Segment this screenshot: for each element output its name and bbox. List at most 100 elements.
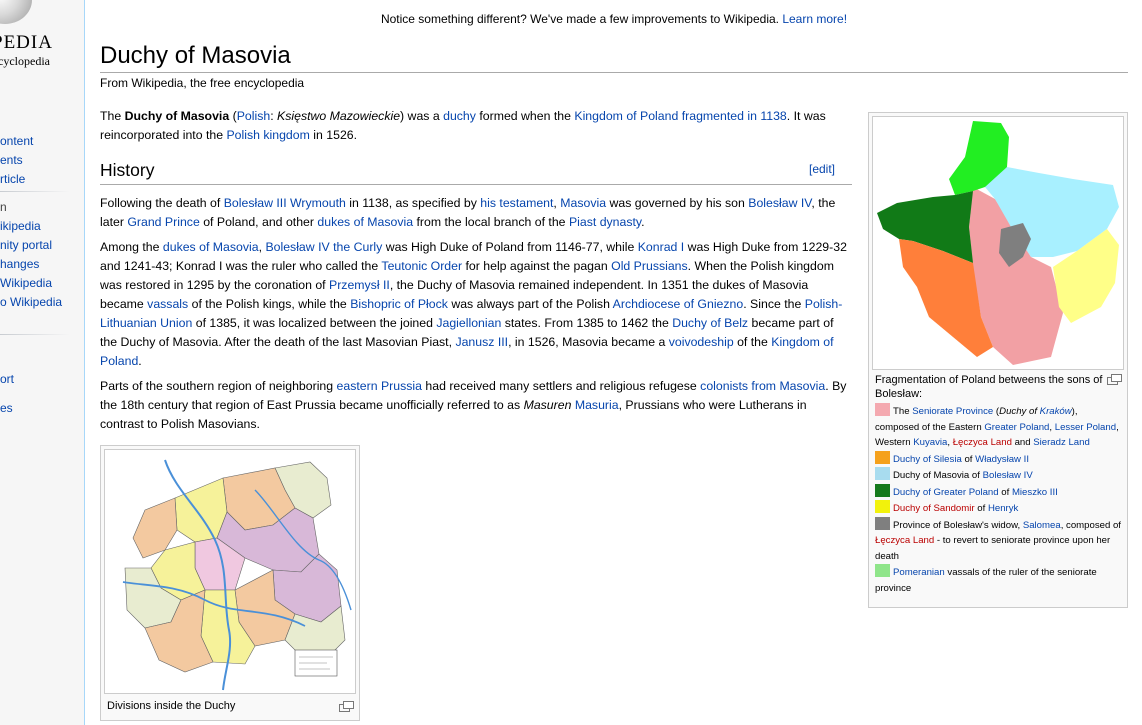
fragmentation-map-image[interactable] bbox=[872, 116, 1124, 370]
link-duchy[interactable]: duchy bbox=[443, 109, 476, 123]
legend-swatch bbox=[875, 450, 890, 464]
link-boleslaw-iv[interactable]: Bolesław IV bbox=[748, 196, 811, 210]
legend-swatch bbox=[875, 564, 890, 577]
legend-link[interactable]: Henryk bbox=[988, 503, 1018, 514]
link-kingdom-of-poland[interactable]: Kingdom of Poland bbox=[574, 109, 678, 123]
nav-group-languages: es bbox=[0, 399, 13, 418]
link-przemysl-ii[interactable]: Przemysł II bbox=[329, 278, 390, 292]
legend-link[interactable]: Duchy of Silesia bbox=[893, 454, 962, 465]
nav-link-about-wikipedia[interactable]: ikipedia bbox=[0, 217, 62, 236]
link-boleslaw-iv-the-curly[interactable]: Bolesław IV the Curly bbox=[265, 240, 382, 254]
link-old-prussians[interactable]: Old Prussians bbox=[611, 259, 688, 273]
thumbnail-fragmentation: Fragmentation of Poland betweens the son… bbox=[868, 112, 1128, 608]
thumbnail-divisions: Divisions inside the Duchy bbox=[100, 445, 360, 721]
legend-swatch bbox=[875, 516, 890, 530]
link-fragmented-in-1138[interactable]: fragmented in 1138 bbox=[682, 109, 787, 123]
sidebar: PEDIA ncyclopedia ontent ents rticle n i… bbox=[0, 0, 84, 725]
link-teutonic-order[interactable]: Teutonic Order bbox=[381, 259, 462, 273]
legend-link[interactable]: Greater Poland bbox=[984, 422, 1049, 433]
link-boleslaw-iii[interactable]: Bolesław III Wrymouth bbox=[224, 196, 346, 210]
legend-link[interactable]: Kraków bbox=[1040, 406, 1072, 417]
legend-item: Duchy of Greater Poland of Mieszko III bbox=[875, 483, 1121, 501]
legend-text: Duchy of Masovia of bbox=[893, 470, 983, 481]
legend-text: Province of Bolesław's widow, bbox=[893, 519, 1023, 531]
nav-link-community-portal[interactable]: nity portal bbox=[0, 236, 62, 255]
nav-link-donate-to-wikipedia[interactable]: o Wikipedia bbox=[0, 293, 62, 312]
map-legend: The Seniorate Province (Duchy of Kraków)… bbox=[875, 403, 1121, 596]
link-polish-kingdom[interactable]: Polish kingdom bbox=[226, 128, 309, 142]
link-jagiellonian[interactable]: Jagiellonian bbox=[436, 316, 501, 330]
intro-paragraph: The Duchy of Masovia (Polish: Księstwo M… bbox=[100, 109, 826, 142]
history-paragraph-3: Parts of the southern region of neighbor… bbox=[100, 379, 847, 431]
link-vassals[interactable]: vassals bbox=[147, 297, 188, 311]
nav-link-random-article[interactable]: rticle bbox=[0, 170, 33, 189]
nav-link-languages[interactable]: es bbox=[0, 399, 13, 418]
legend-text: , composed of bbox=[1060, 519, 1121, 531]
edit-section-link[interactable]: [edit] bbox=[809, 162, 835, 176]
legend-text: The bbox=[893, 406, 913, 417]
legend-link[interactable]: Sieradz Land bbox=[1033, 437, 1090, 448]
legend-item: Duchy of Masovia of Bolesław IV bbox=[875, 467, 1121, 484]
content-area: Notice something different? We've made a… bbox=[84, 0, 1142, 725]
site-notice-text: Notice something different? We've made a… bbox=[380, 12, 783, 26]
link-colonists-from-masovia[interactable]: colonists from Masovia bbox=[700, 379, 825, 393]
nav-link-current-events[interactable]: ents bbox=[0, 151, 33, 170]
learn-more-link[interactable]: Learn more! bbox=[782, 12, 847, 26]
nav-link-contact-wikipedia[interactable]: Wikipedia bbox=[0, 274, 62, 293]
nav-link-interaction[interactable]: n bbox=[0, 198, 62, 217]
legend-redlink[interactable]: Łęczyca Land bbox=[875, 535, 934, 546]
article-subject: Duchy of Masovia bbox=[124, 109, 230, 123]
nav-group-navigation: ontent ents rticle bbox=[0, 132, 33, 189]
legend-link[interactable]: Salomea bbox=[1023, 520, 1061, 531]
legend-item: Duchy of Silesia of Władysław II bbox=[875, 450, 1121, 468]
legend-item: The Seniorate Province (Duchy of Kraków)… bbox=[875, 403, 1121, 451]
link-his-testament[interactable]: his testament bbox=[480, 196, 553, 210]
legend-text: of bbox=[961, 453, 976, 465]
page-tagline: From Wikipedia, the free encyclopedia bbox=[100, 76, 305, 90]
link-voivodeship[interactable]: voivodeship bbox=[669, 335, 734, 349]
logo-wordmark: PEDIA bbox=[0, 32, 53, 53]
nav-link-recent-changes[interactable]: hanges bbox=[0, 255, 62, 274]
link-dukes-of-masovia[interactable]: dukes of Masovia bbox=[163, 240, 259, 254]
legend-swatch bbox=[875, 500, 890, 513]
divisions-map-image[interactable] bbox=[104, 449, 356, 694]
nav-link-print-export[interactable]: ort bbox=[0, 370, 14, 389]
legend-link[interactable]: Bolesław IV bbox=[983, 470, 1033, 481]
history-heading-text: History bbox=[100, 160, 155, 180]
link-masuria[interactable]: Masuria bbox=[575, 398, 619, 412]
legend-link[interactable]: Władysław II bbox=[975, 454, 1029, 465]
link-archdiocese-of-gniezno[interactable]: Archdiocese of Gniezno bbox=[613, 297, 744, 311]
link-duchy-of-belz[interactable]: Duchy of Belz bbox=[672, 316, 748, 330]
link-konrad-i[interactable]: Konrad I bbox=[638, 240, 685, 254]
enlarge-icon[interactable] bbox=[339, 701, 354, 712]
wikipedia-globe-logo[interactable] bbox=[0, 0, 32, 24]
nav-group-interaction: n ikipedia nity portal hanges Wikipedia … bbox=[0, 198, 62, 312]
enlarge-icon[interactable] bbox=[1107, 374, 1122, 385]
legend-item: Pomeranian vassals of the ruler of the s… bbox=[875, 564, 1121, 596]
legend-item: Duchy of Sandomir of Henryk bbox=[875, 500, 1121, 517]
link-janusz-iii[interactable]: Janusz III bbox=[455, 335, 508, 349]
legend-link[interactable]: Duchy of Greater Poland bbox=[893, 487, 999, 498]
legend-redlink[interactable]: Duchy of Sandomir bbox=[893, 503, 975, 514]
legend-link[interactable]: Seniorate Province bbox=[912, 406, 993, 417]
legend-text: and bbox=[1011, 437, 1034, 448]
link-polish[interactable]: Polish bbox=[237, 109, 271, 123]
nav-link-contents[interactable]: ontent bbox=[0, 132, 33, 151]
legend-link[interactable]: Mieszko III bbox=[1012, 487, 1058, 498]
legend-link[interactable]: Pomeranian bbox=[893, 567, 945, 578]
link-masovia[interactable]: Masovia bbox=[560, 196, 606, 210]
history-paragraph-1: Following the death of Bolesław III Wrym… bbox=[100, 196, 836, 229]
logo-tagline: ncyclopedia bbox=[0, 54, 50, 68]
legend-link[interactable]: Lesser Poland bbox=[1055, 422, 1116, 433]
legend-swatch bbox=[875, 403, 890, 416]
link-piast-dynasty[interactable]: Piast dynasty bbox=[569, 215, 641, 229]
link-eastern-prussia[interactable]: eastern Prussia bbox=[337, 379, 422, 393]
legend-redlink[interactable]: Łęczyca Land bbox=[953, 437, 1012, 448]
legend-item: Province of Bolesław's widow, Salomea, c… bbox=[875, 516, 1121, 565]
legend-swatch bbox=[875, 483, 890, 497]
legend-link[interactable]: Kuyavia bbox=[913, 437, 947, 448]
page-title: Duchy of Masovia bbox=[100, 42, 1128, 73]
link-grand-prince[interactable]: Grand Prince bbox=[127, 215, 199, 229]
link-bishopric-of-plock[interactable]: Bishopric of Płock bbox=[350, 297, 448, 311]
link-dukes-of-masovia[interactable]: dukes of Masovia bbox=[317, 215, 413, 229]
